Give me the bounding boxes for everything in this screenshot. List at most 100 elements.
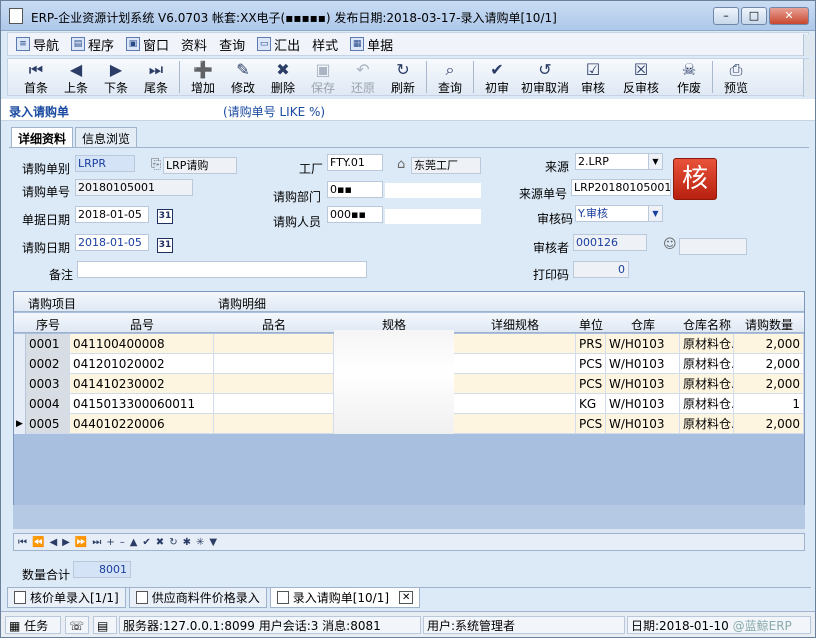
grid-nav-icon[interactable]: ▼ — [209, 537, 217, 548]
audit-button[interactable]: ☑ 审核 — [573, 59, 613, 96]
cell-detail[interactable] — [454, 374, 576, 394]
tab-purchase-request[interactable]: 录入请购单[10/1] ✕ — [269, 588, 421, 608]
chevron-down-icon[interactable]: ▼ — [648, 206, 662, 221]
cell-qty[interactable]: 2,000 — [734, 354, 804, 374]
request-no-field[interactable]: 20180105001 — [75, 179, 193, 196]
query-button[interactable]: ⌕ 查询 — [430, 59, 470, 96]
chevron-down-icon[interactable]: ▼ — [648, 154, 662, 169]
add-button[interactable]: ➕ 增加 — [183, 59, 223, 96]
cell-wh[interactable]: W/H0103 — [606, 354, 680, 374]
first-button[interactable]: ⏮ 首条 — [16, 59, 56, 96]
cell-item[interactable]: 044010220006 — [70, 414, 214, 434]
grid-nav-icon[interactable]: ⏩ — [75, 537, 87, 548]
column-header[interactable]: 单位 — [576, 316, 606, 333]
grid-nav-icon[interactable]: + — [106, 537, 114, 548]
column-header[interactable]: 品号 — [70, 316, 214, 333]
cell-qty[interactable]: 1 — [734, 394, 804, 414]
factory-field[interactable]: FTY.01 — [327, 154, 383, 171]
cell-detail[interactable] — [454, 354, 576, 374]
cell-whname[interactable]: 原材料仓. — [680, 394, 734, 414]
save-button[interactable]: ▣ 保存 — [303, 59, 343, 96]
cell-detail[interactable] — [454, 414, 576, 434]
cell-unit[interactable]: PCS — [576, 374, 606, 394]
task-button[interactable]: ▦ 任务 — [5, 616, 61, 634]
grid-nav-icon[interactable]: ◀ — [49, 537, 57, 548]
close-button[interactable]: ✕ — [769, 7, 809, 25]
cell-detail[interactable] — [454, 334, 576, 354]
cell-wh[interactable]: W/H0103 — [606, 334, 680, 354]
grid-nav-icon[interactable]: ▶ — [62, 537, 70, 548]
menu-window[interactable]: ▣ 窗口 — [126, 35, 169, 54]
column-header[interactable]: 序号 — [26, 316, 70, 333]
unaudit-button[interactable]: ☒ 反审核 — [613, 59, 669, 96]
column-header[interactable]: 仓库名称 — [680, 316, 734, 333]
cell-qty[interactable]: 2,000 — [734, 334, 804, 354]
requester-field[interactable]: 000▪▪ — [327, 206, 383, 223]
tab-price-entry[interactable]: 核价单录入[1/1] — [7, 588, 126, 608]
next-button[interactable]: ▶ 下条 — [96, 59, 136, 96]
title-bar[interactable]: ERP-企业资源计划系统 V6.0703 帐套:XX电子(▪▪▪▪▪) 发布日期… — [1, 1, 815, 31]
maximize-button[interactable]: □ — [741, 7, 767, 25]
close-tab-icon[interactable]: ✕ — [399, 591, 414, 604]
grid-nav-icon[interactable]: ✱ — [183, 537, 191, 548]
minimize-button[interactable]: – — [713, 7, 739, 25]
source-select[interactable]: 2.LRP ▼ — [575, 153, 663, 170]
column-header[interactable]: 详细规格 — [454, 316, 576, 333]
menu-data[interactable]: 资料 — [181, 35, 207, 54]
cell-item[interactable]: 041410230002 — [70, 374, 214, 394]
tab-supplier-price[interactable]: 供应商料件价格录入 — [128, 588, 267, 608]
cell-name[interactable] — [214, 414, 334, 434]
cell-seq[interactable]: 0002 — [26, 354, 70, 374]
audit-code-select[interactable]: Y.审核 ▼ — [575, 205, 663, 222]
menu-program[interactable]: ▤ 程序 — [71, 35, 114, 54]
row-indicator[interactable] — [14, 334, 26, 354]
remark-field[interactable] — [77, 261, 367, 278]
row-indicator[interactable] — [14, 374, 26, 394]
toolbar-scroll[interactable] — [803, 59, 815, 97]
menu-scroll[interactable] — [803, 34, 815, 56]
cell-name[interactable] — [214, 354, 334, 374]
cell-item[interactable]: 041100400008 — [70, 334, 214, 354]
prev-button[interactable]: ◀ 上条 — [56, 59, 96, 96]
source-no-field[interactable]: LRP20180105001 — [571, 179, 671, 196]
calendar-icon[interactable]: 31 — [157, 209, 173, 224]
edit-button[interactable]: ✎ 修改 — [223, 59, 263, 96]
cell-seq[interactable]: 0001 — [26, 334, 70, 354]
cell-name[interactable] — [214, 334, 334, 354]
request-date-field[interactable]: 2018-01-05 — [75, 234, 149, 251]
cell-name[interactable] — [214, 374, 334, 394]
cell-unit[interactable]: PCS — [576, 354, 606, 374]
delete-button[interactable]: ✖ 删除 — [263, 59, 303, 96]
refresh-button[interactable]: ↻ 刷新 — [383, 59, 423, 96]
cancel-pre-audit-button[interactable]: ↺ 初审取消 — [517, 59, 573, 96]
restore-button[interactable]: ↶ 还原 — [343, 59, 383, 96]
calendar-icon[interactable]: 31 — [157, 238, 173, 253]
grid-nav-icon[interactable]: ↻ — [169, 537, 177, 548]
last-button[interactable]: ⏭ 尾条 — [136, 59, 176, 96]
menu-navigate[interactable]: ≡ 导航 — [16, 35, 59, 54]
menu-export[interactable]: ▭ 汇出 — [257, 35, 300, 54]
tab-browse[interactable]: 信息浏览 — [75, 127, 138, 147]
cell-unit[interactable]: PCS — [576, 414, 606, 434]
cell-detail[interactable] — [454, 394, 576, 414]
cell-seq[interactable]: 0005 — [26, 414, 70, 434]
cell-wh[interactable]: W/H0103 — [606, 374, 680, 394]
grid-nav-icon[interactable]: – — [120, 537, 125, 548]
cell-whname[interactable]: 原材料仓. — [680, 414, 734, 434]
cell-qty[interactable]: 2,000 — [734, 374, 804, 394]
cell-seq[interactable]: 0003 — [26, 374, 70, 394]
grid-nav-icon[interactable]: ✳ — [196, 537, 204, 548]
menu-style[interactable]: 样式 — [312, 35, 338, 54]
cell-whname[interactable]: 原材料仓. — [680, 334, 734, 354]
pre-audit-button[interactable]: ✔ 初审 — [477, 59, 517, 96]
row-indicator[interactable] — [14, 394, 26, 414]
cell-item[interactable]: 0415013300060011 — [70, 394, 214, 414]
grid-nav-icon[interactable]: ✖ — [156, 537, 164, 548]
doc-date-field[interactable]: 2018-01-05 — [75, 206, 149, 223]
grid-nav-icon[interactable]: ▲ — [130, 537, 138, 548]
column-header[interactable]: 仓库 — [606, 316, 680, 333]
cell-qty[interactable]: 2,000 — [734, 414, 804, 434]
column-header[interactable]: 品名 — [214, 316, 334, 333]
tab-details[interactable]: 详细资料 — [11, 127, 74, 147]
cell-name[interactable] — [214, 394, 334, 414]
